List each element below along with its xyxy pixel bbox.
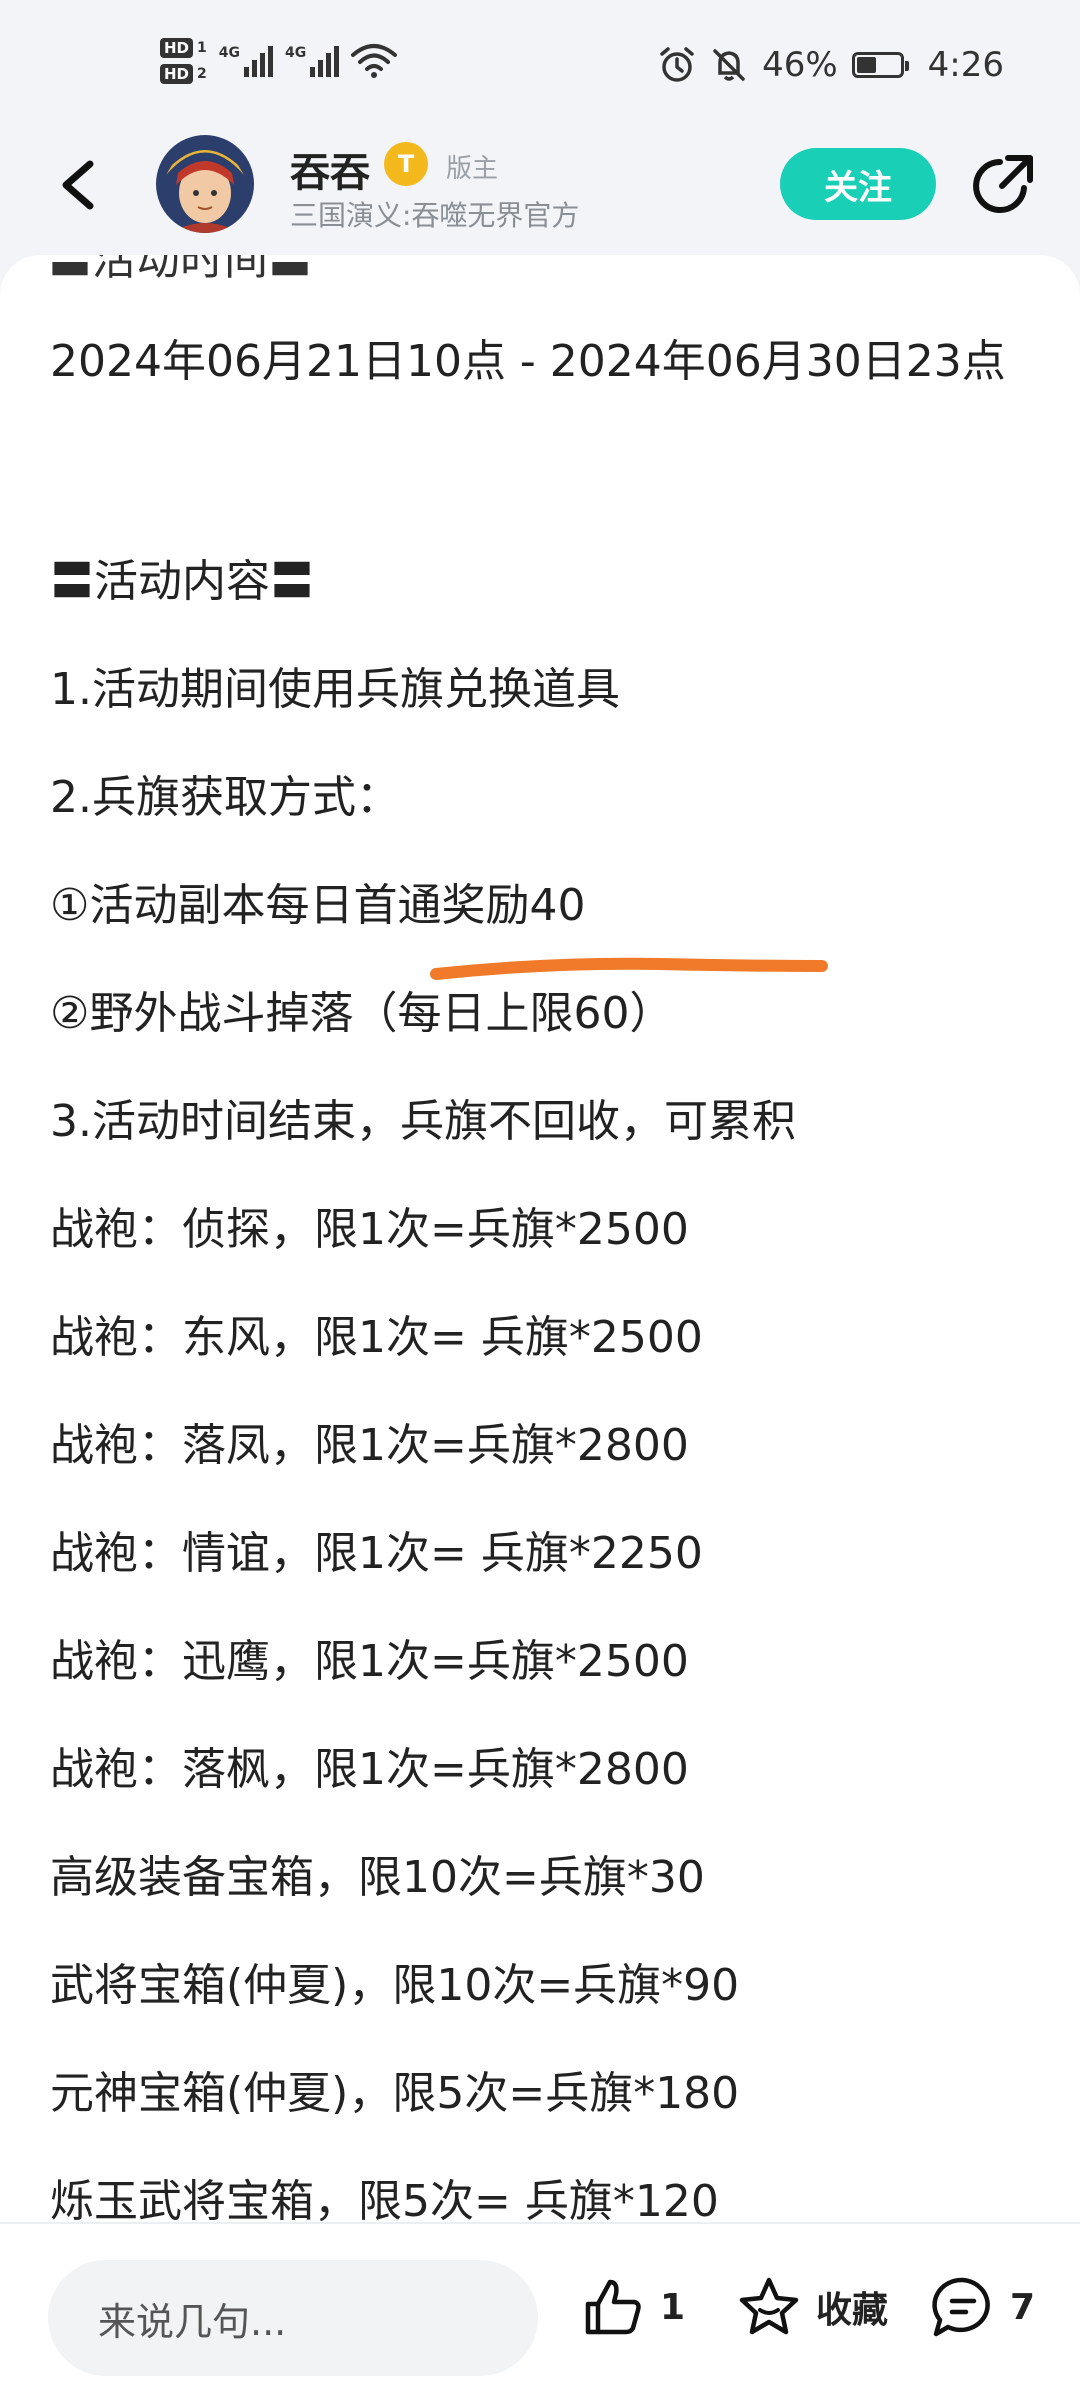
author-name[interactable]: 吞吞: [290, 140, 370, 198]
content-line: 战袍：落枫，限1次=兵旗*2800: [50, 1744, 689, 1795]
back-arrow-icon[interactable]: [50, 152, 110, 218]
hd-badge-2: HD: [160, 64, 194, 84]
author-role: 版主: [446, 154, 499, 184]
comments-button[interactable]: 7: [930, 2274, 1035, 2340]
post-detail-screen: HD 1 HD 2 4G 4G 46% 4:26 吞吞 T 版主 三国演义:吞噬…: [0, 0, 1080, 2400]
follow-button[interactable]: 关注: [780, 148, 936, 220]
favorite-label: 收藏: [816, 2290, 889, 2331]
content-line: 武将宝箱(仲夏)，限10次=兵旗*90: [50, 1960, 740, 2011]
alarm-icon: [660, 47, 694, 82]
status-right: 46% 4:26: [658, 45, 1004, 85]
signal-bars-1-icon: [244, 45, 273, 77]
avatar-image: [156, 135, 254, 233]
content-line: 战袍：迅鹰，限1次=兵旗*2500: [50, 1636, 689, 1687]
content-line: 〓活动内容〓: [50, 556, 314, 607]
signal-2: 4G: [285, 45, 340, 77]
favorite-button[interactable]: 收藏: [736, 2274, 888, 2340]
post-content: 〓活动时间〓 2024年06月21日10点 - 2024年06月30日23点 〓…: [0, 255, 1080, 2400]
content-line: 3.活动时间结束，兵旗不回收，可累积: [50, 1096, 796, 1147]
network-type-2: 4G: [285, 45, 307, 61]
hd-badge-1: HD: [160, 38, 194, 58]
sim-2-label: 2: [197, 66, 207, 82]
sim-1-label: 1: [197, 40, 207, 56]
content-line: 1.活动期间使用兵旗兑换道具: [50, 664, 620, 715]
status-left: HD 1 HD 2 4G 4G: [160, 38, 398, 84]
battery-icon: [851, 52, 909, 78]
cut-off-heading: 〓活动时间〓: [48, 255, 312, 285]
hd-row-1: HD 1: [160, 38, 207, 58]
content-line: 2024年06月21日10点 - 2024年06月30日23点: [50, 336, 1006, 387]
wifi-icon: [351, 44, 398, 78]
network-type-1: 4G: [218, 45, 240, 61]
level-badge-text: T: [397, 150, 415, 178]
comment-input[interactable]: 来说几句...: [48, 2260, 538, 2376]
bottom-action-bar: 来说几句... 1 收藏 7: [0, 2222, 1080, 2400]
status-bar: HD 1 HD 2 4G 4G 46% 4:26: [0, 0, 1080, 130]
like-button[interactable]: 1: [580, 2274, 685, 2340]
battery-fill: [856, 57, 876, 73]
follow-button-label: 关注: [824, 167, 892, 208]
mute-bell-icon: [713, 49, 745, 81]
comment-count: 7: [1010, 2286, 1036, 2328]
content-line: 元神宝箱(仲夏)，限5次=兵旗*180: [50, 2068, 740, 2119]
content-line: 战袍：东风，限1次= 兵旗*2500: [50, 1312, 703, 1363]
share-icon[interactable]: [968, 150, 1038, 220]
content-line: ①活动副本每日首通奖励40: [50, 880, 586, 931]
comment-bubble-icon: [932, 2277, 990, 2337]
like-count: 1: [660, 2286, 686, 2328]
content-line: 烁玉武将宝箱，限5次= 兵旗*120: [50, 2176, 719, 2227]
content-line: 2.兵旗获取方式：: [50, 772, 400, 823]
author-avatar[interactable]: [156, 135, 254, 233]
content-line: 战袍：情谊，限1次= 兵旗*2250: [50, 1528, 703, 1579]
clock: 4:26: [927, 45, 1004, 85]
thumbs-up-icon: [585, 2279, 641, 2335]
hd-row-2: HD 2: [160, 64, 207, 84]
content-line: 战袍：侦探，限1次=兵旗*2500: [50, 1204, 689, 1255]
signal-bars-2-icon: [310, 45, 340, 77]
hd-indicators: HD 1 HD 2: [160, 38, 207, 84]
author-subtitle: 三国演义:吞噬无界官方: [290, 199, 580, 232]
post-header: 吞吞 T 版主 三国演义:吞噬无界官方 关注: [0, 130, 1080, 240]
content-line: 高级装备宝箱，限10次=兵旗*30: [50, 1852, 705, 1903]
content-line: 战袍：落凤，限1次=兵旗*2800: [50, 1420, 689, 1471]
level-badge: T: [384, 142, 428, 186]
star-icon: [739, 2277, 799, 2335]
comment-placeholder: 来说几句...: [98, 2299, 287, 2344]
signal-1: 4G: [219, 45, 273, 77]
battery-percent: 46%: [762, 45, 838, 85]
orange-underline-mark: [430, 957, 828, 980]
